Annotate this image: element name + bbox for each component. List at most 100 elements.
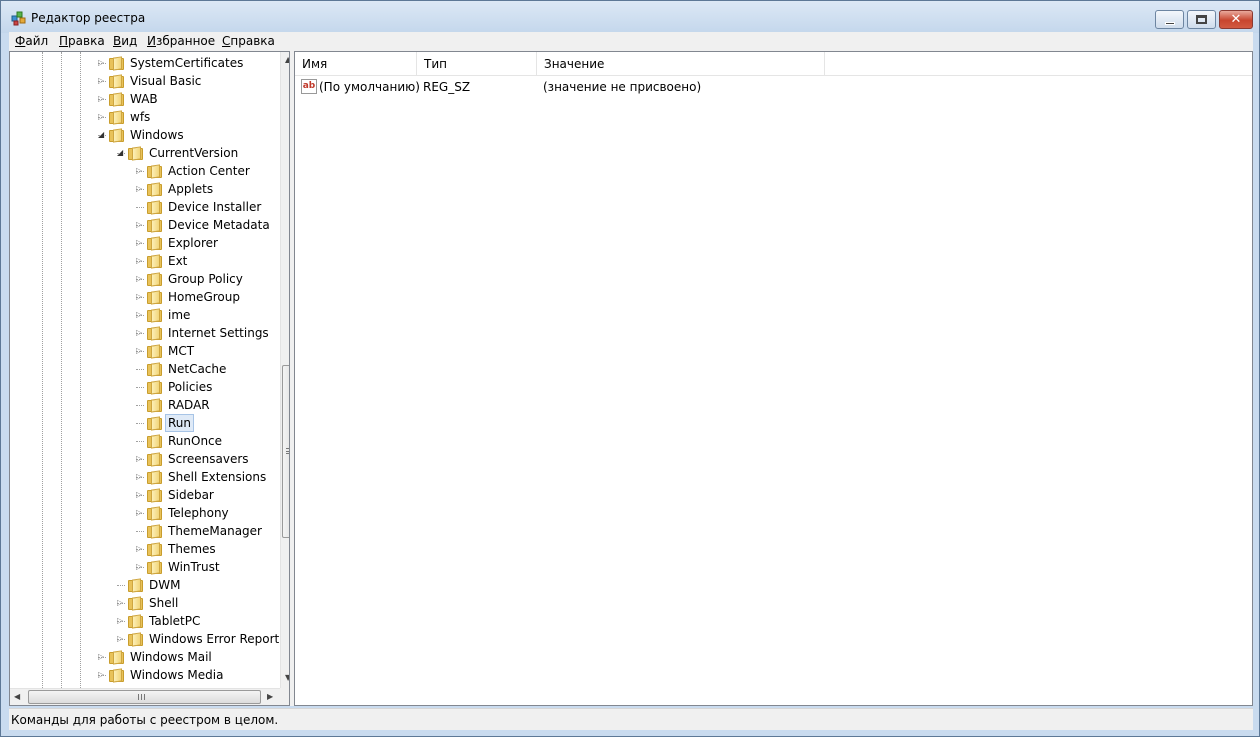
column-header-type[interactable]: Тип (417, 52, 537, 76)
tree-item[interactable]: ▷ Ext (10, 252, 280, 270)
close-button[interactable]: ✕ (1219, 10, 1253, 29)
collapsed-arrow-icon[interactable]: ▷ (98, 94, 107, 103)
folder-icon (147, 344, 163, 359)
column-header-value[interactable]: Значение (537, 52, 825, 76)
tree-item-label: CurrentVersion (149, 146, 239, 160)
menu-favorites[interactable]: Избранное (147, 34, 215, 48)
collapsed-arrow-icon[interactable]: ▷ (136, 454, 145, 463)
value-row[interactable]: ab (По умолчанию) REG_SZ (значение не пр… (295, 77, 1195, 97)
collapsed-arrow-icon[interactable]: ▷ (136, 238, 145, 247)
tree-item[interactable]: ▷ WAB (10, 90, 280, 108)
menu-help[interactable]: Справка (222, 34, 275, 48)
collapsed-arrow-icon[interactable]: ▷ (98, 58, 107, 67)
tree-item-label: Windows Mail (130, 650, 212, 664)
menu-view[interactable]: Вид (113, 34, 137, 48)
collapsed-arrow-icon[interactable]: ▷ (117, 634, 126, 643)
expanded-arrow-icon[interactable]: ◢ (98, 130, 107, 139)
collapsed-arrow-icon[interactable]: ▷ (136, 508, 145, 517)
collapsed-arrow-icon[interactable]: ▷ (117, 616, 126, 625)
tree-item[interactable]: ▷ Applets (10, 180, 280, 198)
tree-item[interactable]: ▷ Sidebar (10, 486, 280, 504)
tree-item[interactable]: DWM (10, 576, 280, 594)
folder-icon (109, 668, 125, 683)
tree-item[interactable]: Run (10, 414, 280, 432)
title-bar[interactable]: Редактор реестра ✕ (1, 1, 1259, 33)
tree-item[interactable]: ▷ Visual Basic (10, 72, 280, 90)
tree-item[interactable]: RADAR (10, 396, 280, 414)
registry-key-tree[interactable]: ▷ SystemCertificates ▷ Visual Basic ▷ WAB ▷ wfs… (9, 51, 290, 706)
collapsed-arrow-icon[interactable]: ▷ (136, 292, 145, 301)
tree-item[interactable]: NetCache (10, 360, 280, 378)
tree-item-label: WinTrust (168, 560, 220, 574)
tree-item[interactable]: ▷ HomeGroup (10, 288, 280, 306)
tree-item[interactable]: ▷ Shell (10, 594, 280, 612)
folder-icon (147, 506, 163, 521)
collapsed-arrow-icon[interactable]: ▷ (136, 220, 145, 229)
collapsed-arrow-icon[interactable]: ▷ (98, 670, 107, 679)
tree-item[interactable]: ◢ Windows (10, 126, 280, 144)
collapsed-arrow-icon[interactable]: ▷ (136, 544, 145, 553)
collapsed-arrow-icon[interactable]: ▷ (136, 310, 145, 319)
column-header-name[interactable]: Имя (295, 52, 417, 76)
value-type: REG_SZ (423, 80, 471, 94)
menu-edit[interactable]: Правка (59, 34, 105, 48)
collapsed-arrow-icon[interactable]: ▷ (136, 274, 145, 283)
tree-vertical-scrollbar[interactable]: ▲ ▼ (280, 52, 289, 688)
tree-item[interactable]: ▷ Shell Extensions (10, 468, 280, 486)
tree-item[interactable]: ▷ Windows Mail (10, 648, 280, 666)
tree-item[interactable]: ▷ Windows Error Reportin (10, 630, 289, 648)
folder-icon (147, 290, 163, 305)
menu-file[interactable]: Файл (15, 34, 48, 48)
tree-item-label: TabletPC (149, 614, 201, 628)
collapsed-arrow-icon[interactable]: ▷ (136, 472, 145, 481)
collapsed-arrow-icon[interactable]: ▷ (136, 184, 145, 193)
tree-item[interactable]: ▷ SystemCertificates (10, 54, 280, 72)
collapsed-arrow-icon[interactable]: ▷ (117, 598, 126, 607)
collapsed-arrow-icon[interactable]: ▷ (98, 112, 107, 121)
tree-horizontal-scroll-thumb[interactable] (28, 690, 261, 704)
tree-item[interactable]: ◢ CurrentVersion (10, 144, 280, 162)
collapsed-arrow-icon[interactable]: ▷ (136, 328, 145, 337)
collapsed-arrow-icon[interactable]: ▷ (136, 490, 145, 499)
tree-item[interactable]: ▷ WinTrust (10, 558, 280, 576)
maximize-button[interactable] (1187, 10, 1216, 29)
collapsed-arrow-icon[interactable]: ▷ (136, 346, 145, 355)
tree-item[interactable]: ▷ Device Metadata (10, 216, 280, 234)
collapsed-arrow-icon[interactable]: ▷ (136, 562, 145, 571)
folder-icon (128, 578, 144, 593)
collapsed-arrow-icon[interactable]: ▷ (98, 652, 107, 661)
tree-item[interactable]: ▷ MCT (10, 342, 280, 360)
tree-item-label: RADAR (168, 398, 210, 412)
expanded-arrow-icon[interactable]: ◢ (117, 148, 126, 157)
scroll-right-arrow-icon[interactable]: ▶ (267, 692, 273, 701)
collapsed-arrow-icon[interactable]: ▷ (98, 76, 107, 85)
tree-item[interactable]: ThemeManager (10, 522, 280, 540)
tree-item[interactable]: ▷ Windows Media (10, 666, 280, 684)
minimize-button[interactable] (1155, 10, 1184, 29)
collapsed-arrow-icon[interactable]: ▷ (136, 166, 145, 175)
tree-item[interactable]: ▷ Explorer (10, 234, 280, 252)
scroll-left-arrow-icon[interactable]: ◀ (14, 692, 20, 701)
value-name: (По умолчанию) (319, 80, 420, 94)
registry-values-list[interactable]: Имя Тип Значение ab (По умолчанию) REG_S… (294, 51, 1253, 706)
tree-horizontal-scrollbar[interactable]: ◀ ▶ (10, 688, 280, 705)
tree-connector-line (136, 207, 144, 208)
tree-item[interactable]: ▷ Screensavers (10, 450, 280, 468)
tree-item-label: Sidebar (168, 488, 214, 502)
collapsed-arrow-icon[interactable]: ▷ (136, 256, 145, 265)
tree-item[interactable]: ▷ wfs (10, 108, 280, 126)
tree-item[interactable]: ▷ TabletPC (10, 612, 280, 630)
tree-item[interactable]: ▷ Internet Settings (10, 324, 280, 342)
tree-item[interactable]: ▷ Themes (10, 540, 280, 558)
tree-item[interactable]: Policies (10, 378, 280, 396)
tree-item[interactable]: ▷ Telephony (10, 504, 280, 522)
tree-item[interactable]: RunOnce (10, 432, 280, 450)
menu-edit-accel: П (59, 34, 69, 48)
tree-item[interactable]: ▷ Group Policy (10, 270, 280, 288)
tree-item[interactable]: ▷ ime (10, 306, 280, 324)
tree-item[interactable]: Device Installer (10, 198, 280, 216)
folder-icon (147, 524, 163, 539)
tree-item[interactable]: ▷ Action Center (10, 162, 280, 180)
tree-vertical-scroll-thumb[interactable] (282, 365, 289, 538)
tree-item-label: Telephony (168, 506, 229, 520)
